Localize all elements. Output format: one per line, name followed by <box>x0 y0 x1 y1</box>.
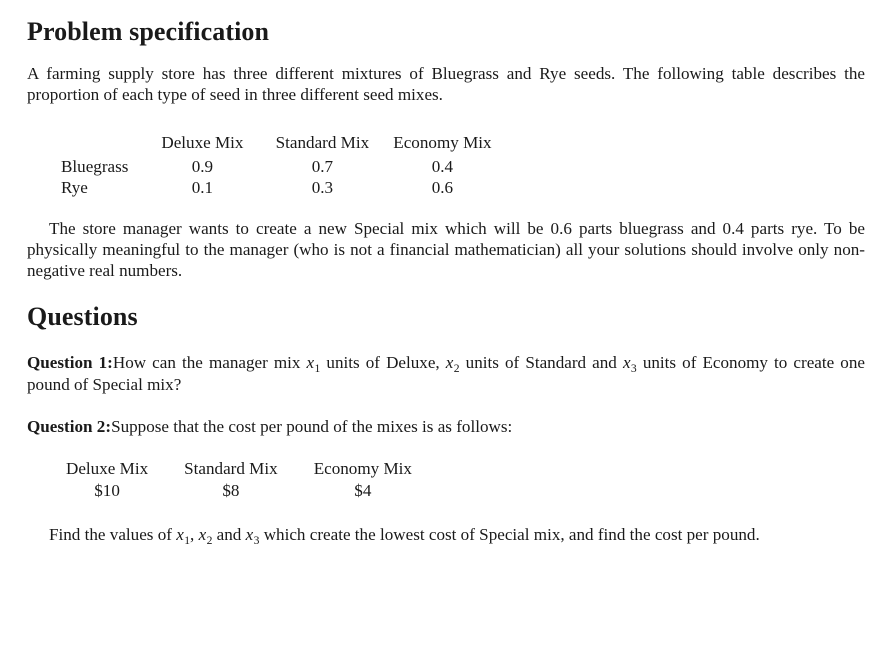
final-text-part2: , <box>190 525 199 545</box>
math-variable-x2: x2 <box>199 525 213 546</box>
cost-table-head: Deluxe Mix Standard Mix Economy Mix <box>27 458 430 479</box>
question-1-text-part3: units of Standard and <box>459 353 623 373</box>
cell-rye-deluxe: 0.1 <box>191 178 214 198</box>
math-variable-x1: x1 <box>306 353 321 374</box>
table-header-row: Deluxe Mix Standard Mix Economy Mix <box>27 458 430 479</box>
cell-bluegrass-economy: 0.4 <box>431 156 454 176</box>
math-variable-x1-base: x <box>306 353 315 373</box>
spacer-before-question2 <box>27 395 865 416</box>
question-1-text-part1: How can the manager mix <box>112 353 307 373</box>
row-label-rye: Rye <box>61 178 88 198</box>
proportion-table-corner <box>27 132 142 154</box>
document-page: Problem specification A farming supply s… <box>0 0 891 655</box>
proportion-table-body: Bluegrass 0.9 0.7 0.4 Rye 0.1 0.3 0.6 <box>27 155 502 199</box>
math-variable-x1: x1 <box>176 525 190 546</box>
document-content: Problem specification A farming supply s… <box>27 0 865 546</box>
math-variable-x3-base: x <box>622 353 631 373</box>
math-variable-x3: x3 <box>622 353 637 374</box>
math-variable-x3: x3 <box>246 525 260 546</box>
row-label-bluegrass: Bluegrass <box>61 156 129 176</box>
spacer-before-question1 <box>27 331 865 352</box>
table-row: Rye 0.1 0.3 0.6 <box>27 177 502 198</box>
question-1-label: Question 1: <box>27 353 113 373</box>
cell-rye-economy: 0.6 <box>431 178 454 198</box>
math-variable-x2: x2 <box>446 353 460 374</box>
math-variable-x1-base: x <box>176 525 184 545</box>
cost-column-header-economy: Economy Mix <box>313 458 412 478</box>
question-1-text-part2: units of Deluxe, <box>320 353 446 373</box>
cost-table: Deluxe Mix Standard Mix Economy Mix $10 … <box>27 458 430 502</box>
cost-table-body: $10 $8 $4 <box>27 479 430 501</box>
final-text-part4: which create the lowest cost of Special … <box>259 525 760 545</box>
spacer-after-proportion-table <box>27 199 865 218</box>
column-header-deluxe: Deluxe Mix <box>161 133 244 153</box>
cost-value-deluxe: $10 <box>94 481 120 501</box>
final-text-part3: and <box>212 525 246 545</box>
proportion-table-head: Deluxe Mix Standard Mix Economy Mix <box>27 132 502 154</box>
proportion-table: Deluxe Mix Standard Mix Economy Mix Blue… <box>27 132 502 198</box>
cell-bluegrass-standard: 0.7 <box>311 156 334 176</box>
questions-heading: Questions <box>27 301 138 331</box>
table-row: $10 $8 $4 <box>27 479 430 501</box>
cost-column-header-standard: Standard Mix <box>184 458 278 478</box>
question-2-paragraph: Question 2:Suppose that the cost per pou… <box>27 416 865 437</box>
special-mix-paragraph: The store manager wants to create a new … <box>27 218 865 281</box>
final-text-part1: Find the values of <box>49 525 177 545</box>
question-2-label: Question 2: <box>27 417 112 437</box>
question-1-paragraph: Question 1:How can the manager mix x1 un… <box>27 352 865 395</box>
cost-column-header-deluxe: Deluxe Mix <box>66 458 149 478</box>
cell-bluegrass-deluxe: 0.9 <box>191 156 214 176</box>
column-header-standard: Standard Mix <box>275 133 370 153</box>
cost-value-economy: $4 <box>354 481 372 501</box>
page-title: Problem specification <box>27 17 270 46</box>
final-paragraph: Find the values of x1, x2 and x3 which c… <box>27 524 865 546</box>
intro-paragraph: A farming supply store has three differe… <box>27 63 865 104</box>
table-row: Bluegrass 0.9 0.7 0.4 <box>27 155 502 177</box>
column-header-economy: Economy Mix <box>393 133 492 153</box>
spacer-before-cost-table <box>27 438 865 458</box>
question-2-text: Suppose that the cost per pound of the m… <box>111 417 513 437</box>
spacer-before-final-paragraph <box>27 501 865 524</box>
cell-rye-standard: 0.3 <box>311 178 334 198</box>
spacer-before-proportion-table <box>27 105 865 132</box>
table-header-row: Deluxe Mix Standard Mix Economy Mix <box>27 132 502 154</box>
cost-value-standard: $8 <box>222 481 240 501</box>
